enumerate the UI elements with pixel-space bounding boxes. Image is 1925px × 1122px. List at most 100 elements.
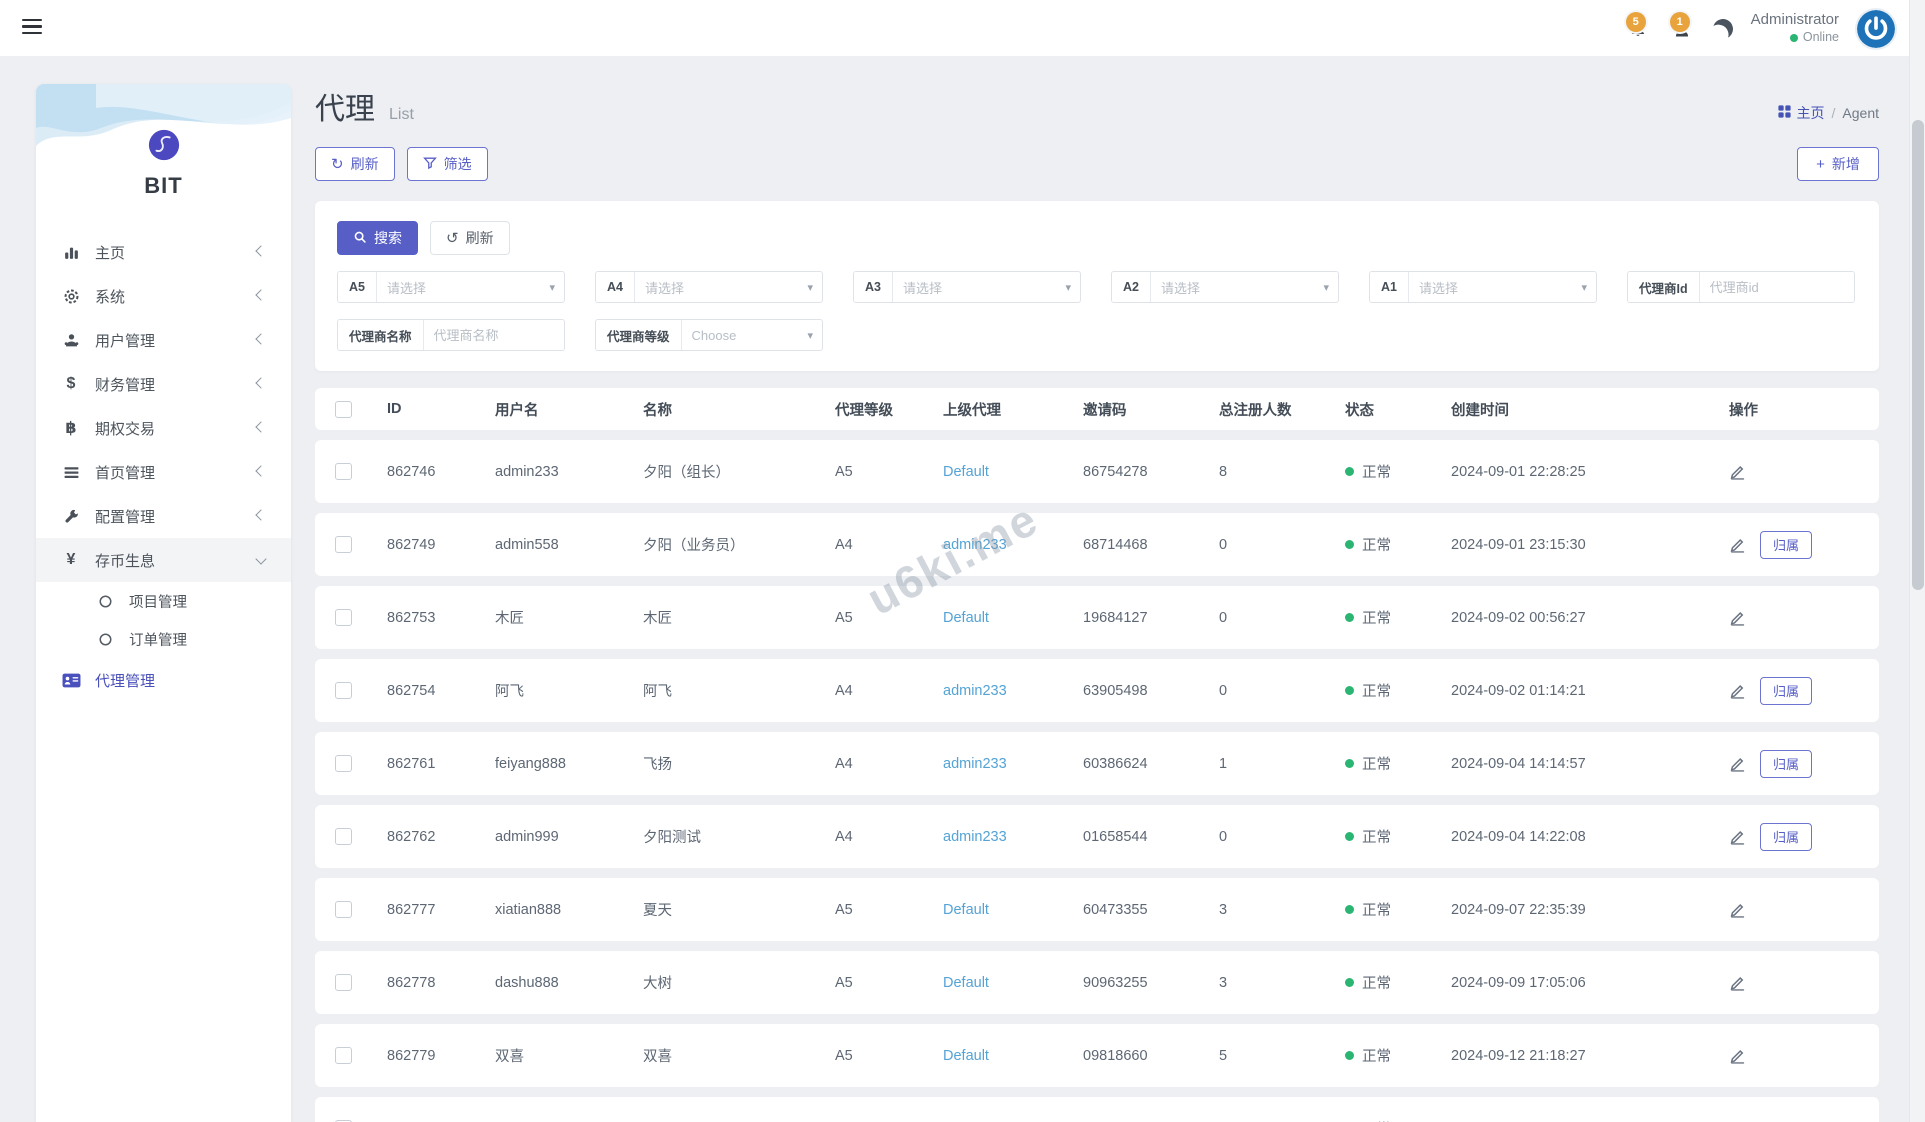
edit-button[interactable]	[1729, 901, 1746, 918]
chevron-left-icon	[255, 245, 267, 257]
filter-input-代理商名称[interactable]	[423, 320, 564, 350]
dark-mode-toggle-icon[interactable]	[1710, 16, 1735, 41]
sidebar-item-项目管理[interactable]: 项目管理	[36, 582, 291, 620]
message-indicator-icon[interactable]: 1	[1669, 11, 1695, 44]
brand-logo-icon	[147, 128, 181, 167]
chevron-down-icon	[255, 553, 267, 565]
sidebar-item-label: 代理管理	[95, 672, 156, 690]
row-checkbox[interactable]	[335, 536, 352, 553]
circle-icon	[94, 632, 116, 647]
assign-button[interactable]: 归属	[1760, 749, 1813, 778]
user-avatar[interactable]	[1857, 9, 1895, 48]
message-count-badge: 1	[1669, 11, 1690, 32]
status-label: 正常	[1362, 903, 1391, 919]
cell-created-at: 2024-09-02 00:56:27	[1451, 609, 1586, 626]
assign-button[interactable]: 归属	[1760, 822, 1813, 851]
chevron-left-icon	[255, 333, 267, 345]
sidebar-item-订单管理[interactable]: 订单管理	[36, 620, 291, 658]
scrollbar-thumb[interactable]	[1912, 120, 1924, 590]
filter-field-label: 代理商Id	[1628, 272, 1700, 302]
cell-created-at: 2024-09-04 14:14:57	[1451, 755, 1586, 772]
sidebar-item-主页[interactable]: 主页	[36, 230, 291, 274]
row-checkbox[interactable]	[335, 682, 352, 699]
cell-name: 夏天	[643, 903, 672, 919]
cell-agent-level: A5	[835, 1047, 853, 1064]
sidebar-item-期权交易[interactable]: ฿ 期权交易	[36, 406, 291, 450]
cell-parent-agent-link[interactable]: Default	[943, 1048, 989, 1064]
refresh-button[interactable]: ↻ 刷新	[315, 147, 395, 181]
search-button[interactable]: 搜索	[337, 221, 418, 255]
cell-parent-agent-link[interactable]: Default	[943, 975, 989, 991]
cell-agent-level: A5	[835, 463, 853, 480]
user-name: Administrator	[1750, 11, 1839, 29]
filter-select-A3[interactable]: 请选择 ▾	[893, 272, 1080, 302]
row-checkbox[interactable]	[335, 755, 352, 772]
cell-agent-level: A4	[835, 682, 853, 699]
sidebar-item-label: 财务管理	[95, 376, 156, 394]
edit-button[interactable]	[1729, 463, 1746, 480]
cell-invite-code: 90963255	[1083, 974, 1148, 991]
filter-field-label: A1	[1370, 272, 1409, 302]
cell-parent-agent-link[interactable]: admin233	[943, 829, 1007, 845]
menu-toggle-icon[interactable]	[22, 19, 42, 37]
edit-button[interactable]	[1729, 1047, 1746, 1064]
status-label: 正常	[1362, 684, 1391, 700]
filter-select-A4[interactable]: 请选择 ▾	[635, 272, 822, 302]
assign-button[interactable]: 归属	[1760, 676, 1813, 705]
sidebar-item-存币生息[interactable]: ¥ 存币生息	[36, 538, 291, 582]
breadcrumb: 主页 / Agent	[1777, 103, 1879, 123]
filter-select-A1[interactable]: 请选择 ▾	[1409, 272, 1596, 302]
sidebar-item-首页管理[interactable]: 首页管理	[36, 450, 291, 494]
row-checkbox[interactable]	[335, 463, 352, 480]
reset-button[interactable]: ↺ 刷新	[430, 221, 510, 255]
filter-select-代理商等级[interactable]: Choose ▾	[682, 320, 822, 350]
sidebar-item-系统[interactable]: 系统	[36, 274, 291, 318]
sidebar-item-代理管理[interactable]: 代理管理	[36, 658, 291, 702]
sidebar-item-财务管理[interactable]: $ 财务管理	[36, 362, 291, 406]
edit-button[interactable]	[1729, 974, 1746, 991]
filter-select-A2[interactable]: 请选择 ▾	[1151, 272, 1338, 302]
cell-invite-code: 63905498	[1083, 682, 1148, 699]
notification-bell-icon[interactable]: 5	[1625, 11, 1651, 44]
breadcrumb-home-label: 主页	[1796, 105, 1825, 121]
cell-parent-agent-link[interactable]: admin233	[943, 683, 1007, 699]
row-checkbox[interactable]	[335, 609, 352, 626]
cell-id: 862746	[387, 463, 436, 480]
cell-parent-agent-link[interactable]: admin233	[943, 537, 1007, 553]
sidebar-item-配置管理[interactable]: 配置管理	[36, 494, 291, 538]
row-checkbox[interactable]	[335, 1047, 352, 1064]
filter-button[interactable]: 筛选	[406, 147, 488, 181]
cell-parent-agent-link[interactable]: admin233	[943, 756, 1007, 772]
cell-parent-agent-link[interactable]: Default	[943, 902, 989, 918]
select-all-checkbox[interactable]	[335, 400, 352, 418]
cell-invite-code: 01658544	[1083, 828, 1148, 845]
cell-name: 飞扬	[643, 757, 672, 773]
cell-invite-code: 68714468	[1083, 536, 1148, 553]
chevron-down-icon: ▾	[1065, 281, 1071, 294]
chevron-down-icon: ▾	[549, 281, 555, 294]
page-scrollbar[interactable]	[1909, 0, 1925, 1122]
column-header: 上级代理	[943, 402, 1001, 419]
edit-button[interactable]	[1729, 828, 1746, 845]
edit-button[interactable]	[1729, 536, 1746, 553]
row-checkbox[interactable]	[335, 828, 352, 845]
sidebar-item-用户管理[interactable]: 用户管理	[36, 318, 291, 362]
filter-input-代理商Id[interactable]	[1699, 272, 1854, 302]
cell-agent-level: A5	[835, 609, 853, 626]
filter-select-A5[interactable]: 请选择 ▾	[377, 272, 564, 302]
edit-button[interactable]	[1729, 682, 1746, 699]
main-content: 代理 List 主页 / Agent ↻ 刷新 筛选 + 新增 搜索 ↺ 刷新 …	[315, 84, 1879, 1122]
row-checkbox[interactable]	[335, 901, 352, 918]
cell-parent-agent-link[interactable]: Default	[943, 464, 989, 480]
cell-name: 夕阳测试	[643, 830, 701, 846]
cell-parent-agent-link[interactable]: Default	[943, 610, 989, 626]
assign-button[interactable]: 归属	[1760, 530, 1813, 559]
breadcrumb-home-link[interactable]: 主页	[1777, 103, 1825, 123]
add-button[interactable]: + 新增	[1797, 147, 1879, 181]
cell-username: dashu888	[495, 974, 559, 991]
row-checkbox[interactable]	[335, 974, 352, 991]
edit-button[interactable]	[1729, 609, 1746, 626]
cell-total-registered: 3	[1219, 901, 1228, 918]
edit-button[interactable]	[1729, 755, 1746, 772]
filter-field-代理商Id: 代理商Id	[1627, 271, 1855, 303]
